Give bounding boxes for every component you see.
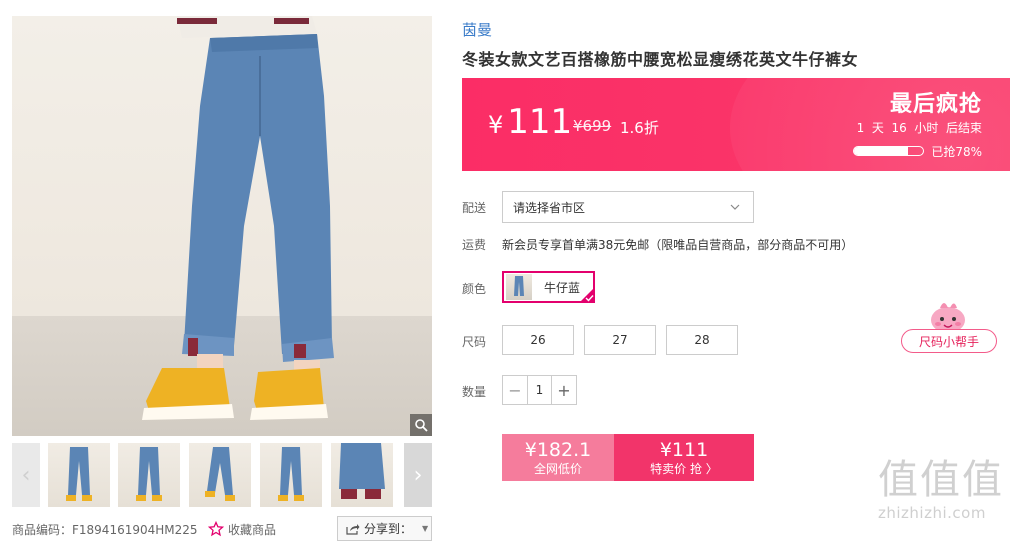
buy-now-price: ¥111 [659,438,709,461]
sale-price-value: 111 [507,102,573,142]
delivery-label: 配送 [462,201,487,215]
favorite-button[interactable]: 收藏商品 [208,519,276,539]
magnifier-icon [415,419,428,432]
jeans-photo [142,16,334,420]
region-select[interactable]: 请选择省市区 [502,191,754,223]
market-price: ¥182.1 [524,438,592,461]
thumbnail-item[interactable] [118,443,180,507]
thumb-next-button[interactable]: › [404,443,432,507]
share-label: 分享到： [364,522,413,536]
buy-now-button[interactable]: ¥111 特卖价 抢 〉 [614,434,754,481]
region-select-value: 请选择省市区 [513,200,586,215]
thumbnail-item[interactable] [260,443,322,507]
original-price: ¥699 [573,117,612,135]
market-price-button[interactable]: ¥182.1 全网低价 [502,434,614,481]
sold-progress-fill [854,147,908,155]
share-icon [346,523,360,535]
sold-progress-bar [853,146,924,156]
size-label: 尺码 [462,335,487,349]
site-watermark: 值值值 zhizhizhi.com [878,458,1026,538]
thumbnail-strip: ‹ › [12,443,432,507]
quantity-value[interactable]: 1 [527,376,552,404]
color-swatch [506,274,532,300]
quantity-label: 数量 [462,385,487,399]
quantity-decrease-button[interactable]: − [503,376,527,404]
quantity-increase-button[interactable]: + [552,376,576,404]
chevron-left-icon: ‹ [21,462,31,488]
brand-link[interactable]: 茵曼 [462,19,492,40]
flash-sale-title: 最后疯抢 [889,92,982,117]
currency-symbol: ¥ [488,111,504,139]
color-option-label: 牛仔蓝 [544,280,581,295]
color-option-selected[interactable]: 牛仔蓝 [502,271,595,303]
shipping-info: 新会员专享首单满38元免邮（限唯品自营商品，部分商品不可用） [502,238,854,252]
buy-buttons: ¥182.1 全网低价 ¥111 特卖价 抢 〉 [502,434,754,481]
watermark-logo: 值值值 [878,457,1004,503]
caret-down-icon: ▼ [422,524,429,533]
size-helper[interactable]: 尺码小帮手 [900,298,1000,356]
countdown-text: 1 天 16 小时 后结束 [856,121,982,135]
size-helper-label: 尺码小帮手 [901,329,997,353]
color-label: 颜色 [462,282,487,296]
sale-price: ¥ 111 [488,102,572,142]
zoom-button[interactable] [410,414,432,436]
price-banner: ¥ 111 ¥699 1.6折 最后疯抢 1 天 16 小时 后结束 已抢78% [462,78,1010,171]
sold-percent-text: 已抢78% [931,145,982,159]
thumbnail-item[interactable] [48,443,110,507]
chevron-down-icon [730,204,740,210]
buy-now-label: 特卖价 抢 〉 [650,461,718,476]
share-button[interactable]: 分享到： ▼ [337,516,432,541]
favorite-label: 收藏商品 [228,522,277,537]
thumbnail-item[interactable] [189,443,251,507]
shipping-label: 运费 [462,238,487,252]
product-title: 冬装女款文艺百搭橡筋中腰宽松显瘦绣花英文牛仔裤女 [462,50,859,69]
chevron-right-icon: › [413,462,423,488]
check-icon [579,287,595,303]
market-price-label: 全网低价 [533,461,582,476]
size-option[interactable]: 26 [502,325,574,355]
thumb-prev-button[interactable]: ‹ [12,443,40,507]
thumbnail-item[interactable] [331,443,393,507]
quantity-stepper: − 1 + [502,375,577,405]
star-icon [208,521,224,537]
watermark-domain: zhizhizhi.com [878,504,986,522]
product-code: 商品编码：F1894161904HM225 [12,522,198,537]
discount-rate: 1.6折 [620,119,659,137]
size-option[interactable]: 27 [584,325,656,355]
main-product-image[interactable] [12,16,432,436]
size-option[interactable]: 28 [666,325,738,355]
